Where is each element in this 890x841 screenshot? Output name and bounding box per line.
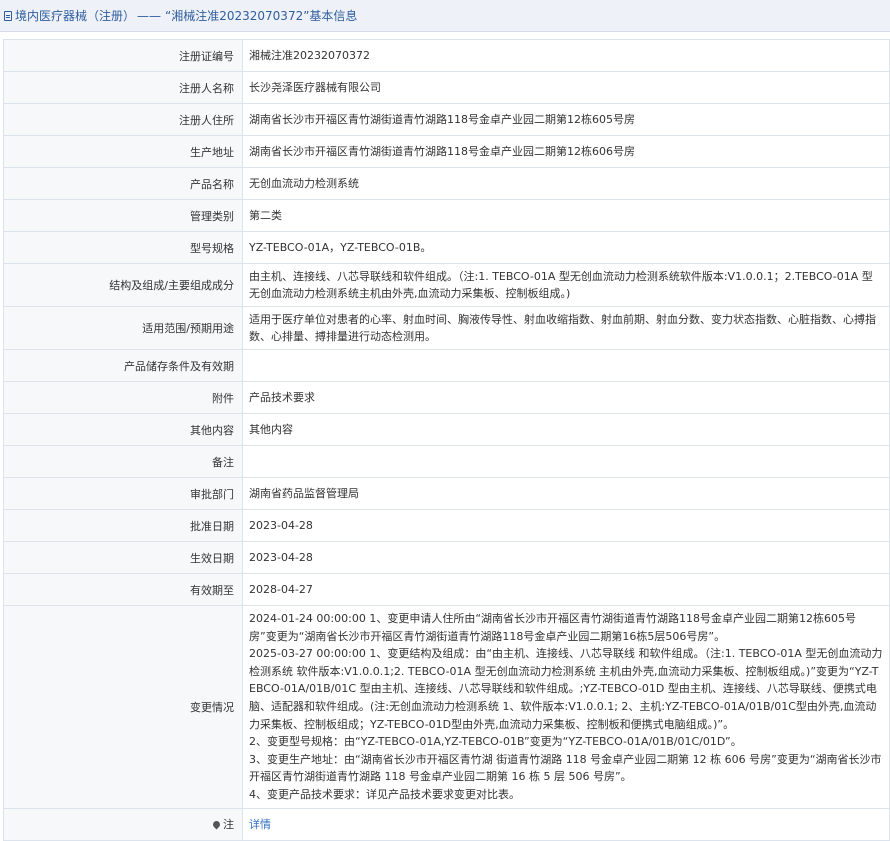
row-label: 审批部门 xyxy=(3,477,243,510)
row-value: 湘械注准20232070372 xyxy=(242,39,890,72)
header-category: 境内医疗器械（注册） xyxy=(15,9,136,23)
change-entry: 2、变更型号规格：由“YZ-TEBCO-01A,YZ-TEBCO-01B”变更为… xyxy=(249,735,742,749)
row-label: 生效日期 xyxy=(3,541,243,574)
row-label: 结构及组成/主要组成成分 xyxy=(3,263,243,307)
row-value: 湖南省药品监督管理局 xyxy=(242,477,890,510)
row-management-class: 管理类别 第二类 xyxy=(3,199,890,232)
row-value: 湖南省长沙市开福区青竹湖街道青竹湖路118号金卓产业园二期第12栋606号房 xyxy=(242,135,890,168)
row-value: YZ-TEBCO-01A，YZ-TEBCO-01B。 xyxy=(242,231,890,264)
row-label: 变更情况 xyxy=(3,605,243,809)
row-label: 产品名称 xyxy=(3,167,243,200)
change-entry: 4、变更产品技术要求：详见产品技术要求变更对比表。 xyxy=(249,787,520,801)
row-registrant-address: 注册人住所 湖南省长沙市开福区青竹湖街道青竹湖路118号金卓产业园二期第12栋6… xyxy=(3,103,890,136)
details-link[interactable]: 详情 xyxy=(249,818,271,831)
row-production-address: 生产地址 湖南省长沙市开福区青竹湖街道青竹湖路118号金卓产业园二期第12栋60… xyxy=(3,135,890,168)
row-label: 产品储存条件及有效期 xyxy=(3,349,243,382)
row-label: 注册人名称 xyxy=(3,71,243,104)
row-registrant-name: 注册人名称 长沙尧泽医疗器械有限公司 xyxy=(3,71,890,104)
row-approval-department: 审批部门 湖南省药品监督管理局 xyxy=(3,477,890,510)
row-label: 适用范围/预期用途 xyxy=(3,306,243,350)
row-value: 产品技术要求 xyxy=(242,381,890,414)
row-intended-use: 适用范围/预期用途 适用于医疗单位对患者的心率、射血时间、胸液传导性、射血收缩指… xyxy=(3,306,890,350)
row-value: 2023-04-28 xyxy=(242,541,890,574)
header-separator: —— xyxy=(137,8,162,23)
row-value: 其他内容 xyxy=(242,413,890,446)
change-history: 2024-01-24 00:00:00 1、变更申请人住所由“湖南省长沙市开福区… xyxy=(242,605,890,809)
row-value xyxy=(242,445,890,478)
note-label: 注 xyxy=(223,818,234,832)
row-value: 详情 xyxy=(242,807,890,841)
row-value: 长沙尧泽医疗器械有限公司 xyxy=(242,71,890,104)
row-model-spec: 型号规格 YZ-TEBCO-01A，YZ-TEBCO-01B。 xyxy=(3,231,890,264)
row-structure: 结构及组成/主要组成成分 由主机、连接线、八芯导联线和软件组成。（注:1. TE… xyxy=(3,263,890,307)
row-valid-until: 有效期至 2028-04-27 xyxy=(3,573,890,606)
row-label: 注册人住所 xyxy=(3,103,243,136)
change-entry: 2025-03-27 00:00:00 1、变更结构及组成：由“由主机、连接线、… xyxy=(249,647,883,731)
row-label: 备注 xyxy=(3,445,243,478)
row-attachment: 附件 产品技术要求 xyxy=(3,381,890,414)
row-label: 其他内容 xyxy=(3,413,243,446)
row-product-name: 产品名称 无创血流动力检测系统 xyxy=(3,167,890,200)
row-value: 2028-04-27 xyxy=(242,573,890,606)
row-label: 生产地址 xyxy=(3,135,243,168)
row-label: 型号规格 xyxy=(3,231,243,264)
row-value: 无创血流动力检测系统 xyxy=(242,167,890,200)
document-icon xyxy=(4,10,12,21)
row-value: 湖南省长沙市开福区青竹湖街道青竹湖路118号金卓产业园二期第12栋605号房 xyxy=(242,103,890,136)
row-value: 2023-04-28 xyxy=(242,509,890,542)
row-value: 由主机、连接线、八芯导联线和软件组成。（注:1. TEBCO-01A 型无创血流… xyxy=(242,263,890,307)
row-label: 管理类别 xyxy=(3,199,243,232)
row-other-content: 其他内容 其他内容 xyxy=(3,413,890,446)
row-registration-number: 注册证编号 湘械注准20232070372 xyxy=(3,39,890,72)
row-storage: 产品储存条件及有效期 xyxy=(3,349,890,382)
row-value: 适用于医疗单位对患者的心率、射血时间、胸液传导性、射血收缩指数、射血前期、射血分… xyxy=(242,306,890,350)
info-table: 注册证编号 湘械注准20232070372 注册人名称 长沙尧泽医疗器械有限公司… xyxy=(3,39,890,841)
row-remarks: 备注 xyxy=(3,445,890,478)
row-approval-date: 批准日期 2023-04-28 xyxy=(3,509,890,542)
row-label: 批准日期 xyxy=(3,509,243,542)
row-effective-date: 生效日期 2023-04-28 xyxy=(3,541,890,574)
change-entry: 2024-01-24 00:00:00 1、变更申请人住所由“湖南省长沙市开福区… xyxy=(249,612,857,643)
row-label: 注 xyxy=(3,807,243,841)
change-entry: 3、变更生产地址：由“湖南省长沙市开福区青竹湖 街道青竹湖路 118 号金卓产业… xyxy=(249,752,882,784)
header-title: “湘械注准20232070372”基本信息 xyxy=(165,9,358,23)
row-label: 注册证编号 xyxy=(3,39,243,72)
row-note: 注 详情 xyxy=(3,807,890,841)
row-value: 第二类 xyxy=(242,199,890,232)
row-label: 有效期至 xyxy=(3,573,243,606)
row-value xyxy=(242,349,890,382)
pin-icon xyxy=(211,819,222,829)
page-header: 境内医疗器械（注册） —— “湘械注准20232070372”基本信息 xyxy=(0,0,890,32)
row-label: 附件 xyxy=(3,381,243,414)
row-change-history: 变更情况 2024-01-24 00:00:00 1、变更申请人住所由“湖南省长… xyxy=(3,605,890,809)
